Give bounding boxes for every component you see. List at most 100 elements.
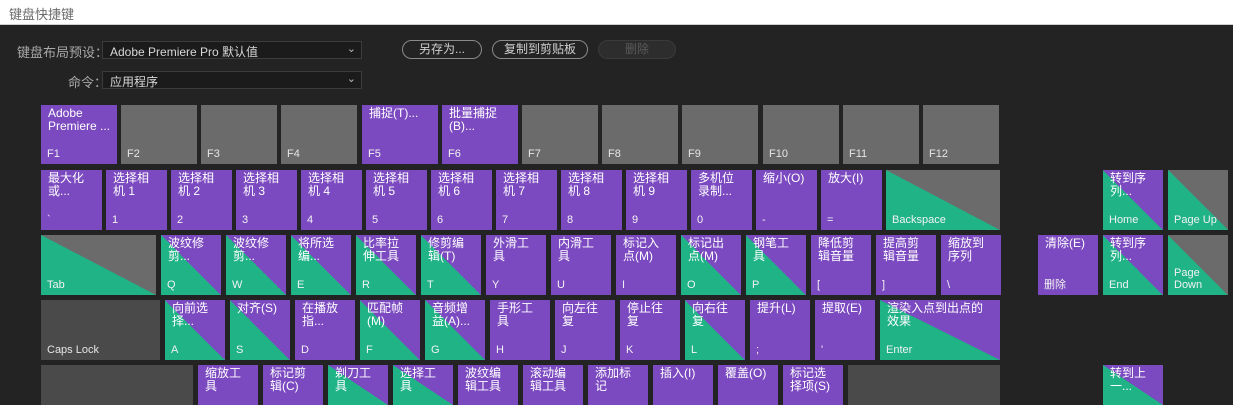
key-caps-lock[interactable]: Caps Lock	[41, 300, 160, 360]
key-8[interactable]: 选择相 机 8 8	[561, 170, 622, 230]
key-a[interactable]: 向前选 择... A	[165, 300, 225, 360]
key-f3[interactable]: F3	[201, 105, 277, 164]
key-\[interactable]: 缩放到 序列 \	[941, 235, 1001, 295]
key-blank-57[interactable]: 选择工 具	[393, 365, 453, 405]
key-blank-60[interactable]: 添加标 记	[588, 365, 648, 405]
key-command-label: 转到上 一...	[1110, 366, 1147, 393]
key-=[interactable]: 放大(I) =	[821, 170, 882, 230]
key-blank-63[interactable]: 标记选 择项(S)	[783, 365, 843, 405]
key-1[interactable]: 选择相 机 1 1	[106, 170, 167, 230]
key-cap-label: F7	[528, 148, 541, 160]
key-cap-label: `	[47, 214, 51, 226]
key-o[interactable]: 标记出 点(M) O	[681, 235, 741, 295]
key-2[interactable]: 选择相 机 2 2	[171, 170, 232, 230]
key-f1[interactable]: Adobe Premiere ... F1	[41, 105, 117, 164]
key-cap-label: A	[171, 344, 179, 356]
key-page-down[interactable]: Page Down	[1168, 235, 1228, 295]
key-f[interactable]: 匹配帧 (M) F	[360, 300, 420, 360]
key-blank-53[interactable]	[41, 365, 193, 405]
key-t[interactable]: 修剪编 辑(T) T	[421, 235, 481, 295]
key-e[interactable]: 将所选 编... E	[291, 235, 351, 295]
key-blank-54[interactable]: 缩放工 具	[198, 365, 258, 405]
key-tab[interactable]: Tab	[41, 235, 156, 295]
key-f11[interactable]: F11	[843, 105, 919, 164]
key-f4[interactable]: F4	[281, 105, 357, 164]
key-cap-label: P	[752, 279, 760, 291]
keyboard-layout: Adobe Premiere ... F1 F2 F3 F4 捕捉(T)... F5 批量捕捉…	[0, 0, 1233, 405]
key-command-label: 标记入 点(M)	[623, 236, 660, 263]
key-enter[interactable]: 渲染入点到出点的 效果 Enter	[880, 300, 1000, 360]
key-cap-label: Caps Lock	[47, 344, 99, 356]
key-q[interactable]: 波纹修 剪... Q	[161, 235, 221, 295]
key-cap-label: \	[947, 279, 951, 291]
key-command-label: 选择相 机 7	[503, 171, 540, 198]
key-u[interactable]: 内滑工 具 U	[551, 235, 611, 295]
key-s[interactable]: 对齐(S) S	[230, 300, 290, 360]
key-command-label: 选择相 机 2	[178, 171, 215, 198]
key-`[interactable]: 最大化 或... `	[41, 170, 102, 230]
key-blank-70[interactable]: 转到上 一...	[1103, 365, 1163, 405]
key-g[interactable]: 音频增 益(A)... G	[425, 300, 485, 360]
key-f9[interactable]: F9	[682, 105, 758, 164]
key-command-label: 最大化 或...	[48, 171, 85, 198]
key-4[interactable]: 选择相 机 4 4	[301, 170, 362, 230]
key-cap-label: 4	[307, 214, 314, 226]
key-command-label: 批量捕捉 (B)...	[449, 106, 498, 133]
key-cap-label: F3	[207, 148, 220, 160]
key-cap-label: W	[232, 279, 243, 291]
key-f7[interactable]: F7	[522, 105, 598, 164]
key-blank-58[interactable]: 波纹编 辑工具	[458, 365, 518, 405]
key-p[interactable]: 钢笔工 具 P	[746, 235, 806, 295]
key-blank-64[interactable]	[848, 365, 1000, 405]
key-6[interactable]: 选择相 机 6 6	[431, 170, 492, 230]
key-command-label: 提取(E)	[822, 301, 862, 315]
key-cap-label: 1	[112, 214, 119, 226]
key--[interactable]: 缩小(O) -	[756, 170, 817, 230]
key-blank-62[interactable]: 覆盖(O)	[718, 365, 778, 405]
key-'[interactable]: 提取(E) '	[815, 300, 875, 360]
key-f5[interactable]: 捕捉(T)... F5	[362, 105, 438, 164]
key-3[interactable]: 选择相 机 3 3	[236, 170, 297, 230]
key-f8[interactable]: F8	[602, 105, 678, 164]
key-[[interactable]: 降低剪 辑音量 [	[811, 235, 871, 295]
key-cap-label: 9	[632, 214, 639, 226]
key-blank-56[interactable]: 剃刀工 具	[328, 365, 388, 405]
key-end[interactable]: 转到序 列... End	[1103, 235, 1163, 295]
key-y[interactable]: 外滑工 具 Y	[486, 235, 546, 295]
key-command-label: 标记剪 辑(C)	[270, 366, 307, 393]
key-backspace[interactable]: Backspace	[886, 170, 1000, 230]
key-;[interactable]: 提升(L);	[750, 300, 810, 360]
key-9[interactable]: 选择相 机 9 9	[626, 170, 687, 230]
key-blank-61[interactable]: 插入(I)	[653, 365, 713, 405]
key-page-up[interactable]: Page Up	[1168, 170, 1228, 230]
key-blank-55[interactable]: 标记剪 辑(C)	[263, 365, 323, 405]
key-blank-59[interactable]: 滚动编 辑工具	[523, 365, 583, 405]
key-k[interactable]: 停止往 复 K	[620, 300, 680, 360]
key-7[interactable]: 选择相 机 7 7	[496, 170, 557, 230]
key-cap-label: 6	[437, 214, 444, 226]
key-cap-label: End	[1109, 279, 1129, 291]
key-f12[interactable]: F12	[923, 105, 999, 164]
key-i[interactable]: 标记入 点(M) I	[616, 235, 676, 295]
key-0[interactable]: 多机位 录制... 0	[691, 170, 752, 230]
key-l[interactable]: 向右往 复 L	[685, 300, 745, 360]
key-command-label: 在播放 指...	[302, 301, 339, 328]
key-f10[interactable]: F10	[763, 105, 839, 164]
key-][interactable]: 提高剪 辑音量]	[876, 235, 936, 295]
key-command-label: 转到序 列...	[1110, 236, 1147, 263]
key-w[interactable]: 波纹修 剪... W	[226, 235, 286, 295]
key-d[interactable]: 在播放 指... D	[295, 300, 355, 360]
key-command-label: 提升(L)	[757, 301, 796, 315]
key-f2[interactable]: F2	[121, 105, 197, 164]
key-command-label: 选择相 机 9	[633, 171, 670, 198]
key-r[interactable]: 比率拉 伸工具 R	[356, 235, 416, 295]
key-cap-label: F9	[688, 148, 701, 160]
key-j[interactable]: 向左往 复 J	[555, 300, 615, 360]
key-5[interactable]: 选择相 机 5 5	[366, 170, 427, 230]
key-home[interactable]: 转到序 列... Home	[1103, 170, 1163, 230]
key-cap-label: Q	[167, 279, 176, 291]
key-h[interactable]: 手形工 具 H	[490, 300, 550, 360]
key-cap-label: S	[236, 344, 244, 356]
key-删除[interactable]: 清除(E) 删除	[1038, 235, 1098, 295]
key-f6[interactable]: 批量捕捉 (B)... F6	[442, 105, 518, 164]
